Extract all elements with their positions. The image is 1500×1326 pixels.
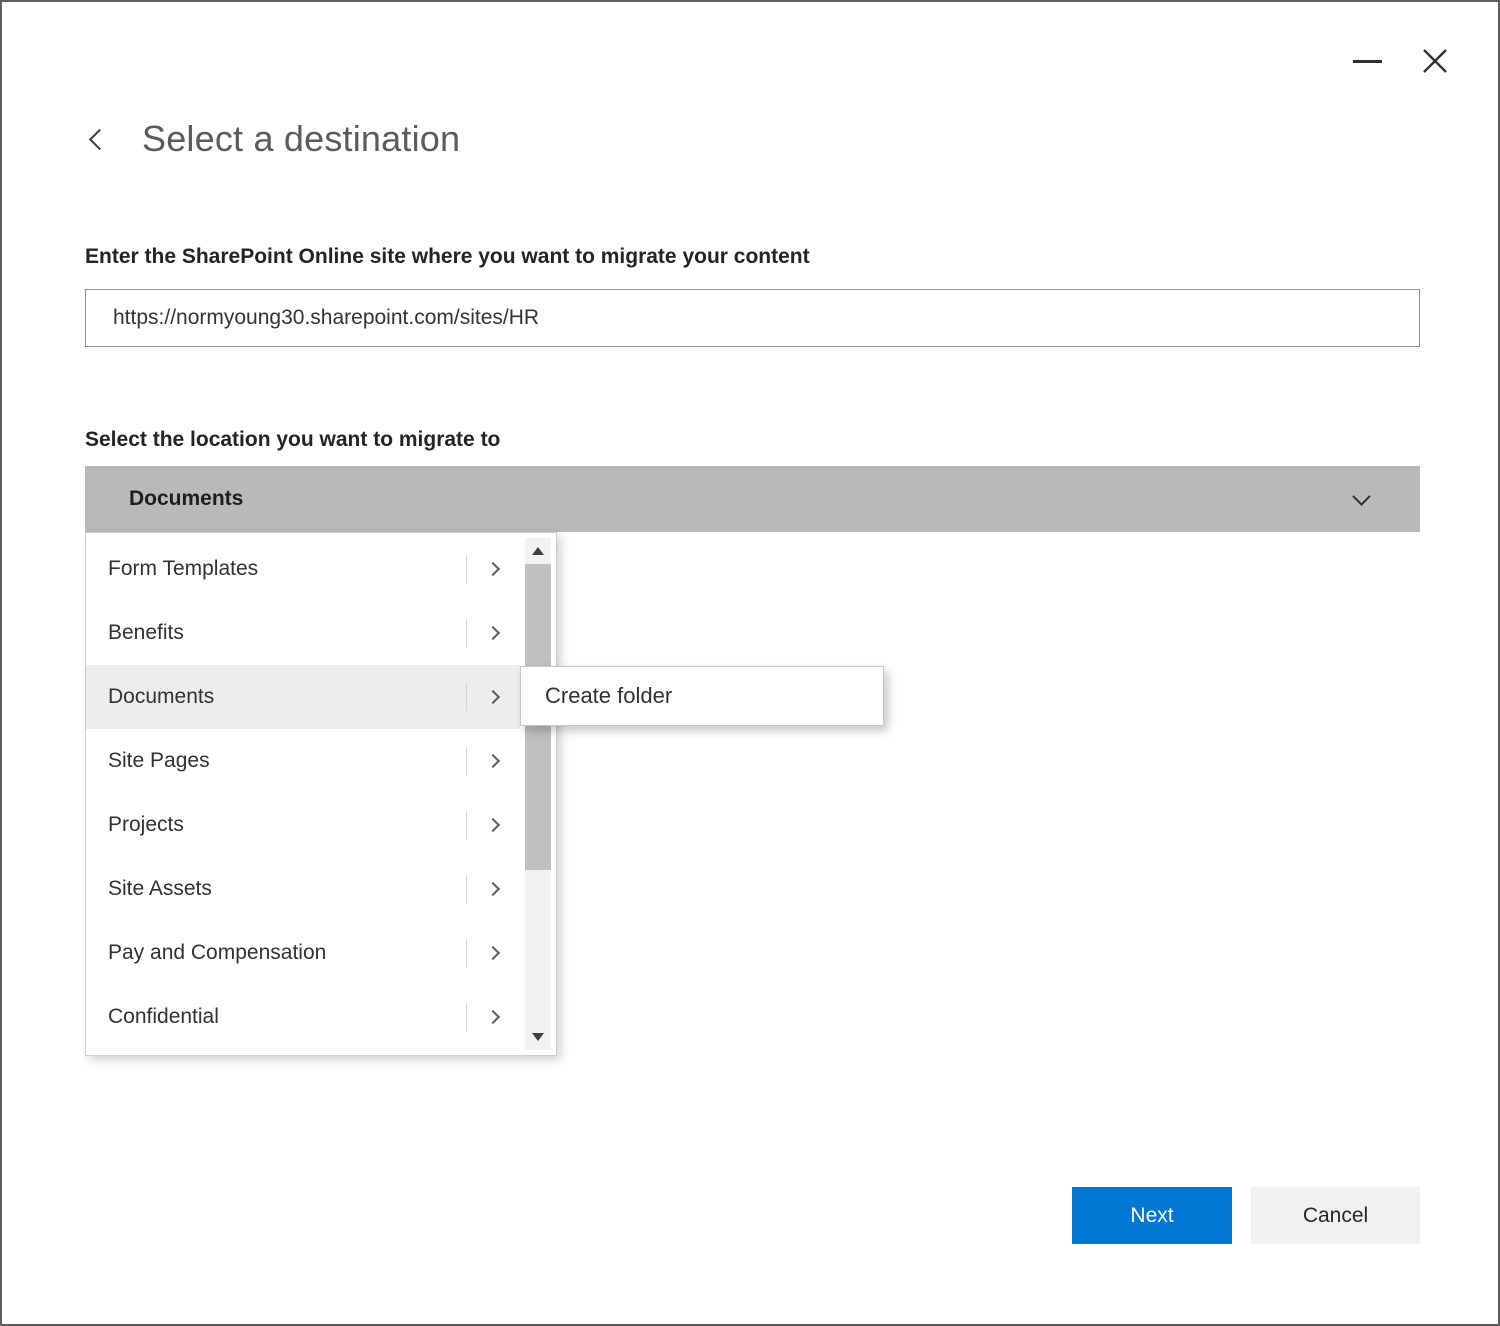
dropdown-item-label: Benefits xyxy=(108,621,466,645)
dialog-window: Select a destination Enter the SharePoin… xyxy=(0,0,1500,1326)
minimize-button[interactable] xyxy=(1350,44,1384,78)
next-button[interactable]: Next xyxy=(1072,1187,1232,1244)
chevron-right-icon[interactable] xyxy=(486,690,500,704)
divider xyxy=(466,619,467,647)
divider xyxy=(466,555,467,583)
dropdown-item-label: Pay and Compensation xyxy=(108,941,466,965)
dropdown-item-label: Projects xyxy=(108,813,466,837)
dropdown-item-label: Confidential xyxy=(108,1005,466,1029)
dropdown-item-site-assets[interactable]: Site Assets xyxy=(86,857,520,921)
triangle-up-icon xyxy=(532,547,544,555)
dropdown-item-label: Site Pages xyxy=(108,749,466,773)
divider xyxy=(466,1003,467,1031)
chevron-right-icon[interactable] xyxy=(486,754,500,768)
cancel-button[interactable]: Cancel xyxy=(1251,1187,1420,1244)
divider xyxy=(466,875,467,903)
triangle-down-icon xyxy=(532,1033,544,1041)
dropdown-rows: Form Templates Benefits Documents Site P… xyxy=(86,537,520,1049)
dropdown-item-documents[interactable]: Documents xyxy=(86,665,520,729)
chevron-right-icon[interactable] xyxy=(486,946,500,960)
dropdown-item-pay-and-compensation[interactable]: Pay and Compensation xyxy=(86,921,520,985)
chevron-left-icon xyxy=(88,128,109,149)
close-icon xyxy=(1419,45,1451,77)
dropdown-item-projects[interactable]: Projects xyxy=(86,793,520,857)
chevron-right-icon[interactable] xyxy=(486,562,500,576)
scrollbar[interactable] xyxy=(525,538,551,1050)
dropdown-item-form-templates[interactable]: Form Templates xyxy=(86,537,520,601)
divider xyxy=(466,747,467,775)
page-title: Select a destination xyxy=(142,118,460,160)
location-dropdown[interactable]: Documents xyxy=(85,466,1420,532)
chevron-right-icon[interactable] xyxy=(486,626,500,640)
divider xyxy=(466,811,467,839)
page-header: Select a destination xyxy=(86,118,460,160)
dropdown-item-label: Site Assets xyxy=(108,877,466,901)
chevron-right-icon[interactable] xyxy=(486,1010,500,1024)
chevron-down-icon xyxy=(1352,487,1370,505)
site-url-input[interactable] xyxy=(85,289,1420,347)
dropdown-item-confidential[interactable]: Confidential xyxy=(86,985,520,1049)
chevron-right-icon[interactable] xyxy=(486,882,500,896)
titlebar-controls xyxy=(1350,44,1452,78)
site-url-label: Enter the SharePoint Online site where y… xyxy=(85,245,810,269)
back-button[interactable] xyxy=(86,126,112,152)
dropdown-item-label: Form Templates xyxy=(108,557,466,581)
scroll-down-button[interactable] xyxy=(525,1024,551,1050)
dropdown-item-label: Documents xyxy=(108,685,466,709)
dropdown-item-benefits[interactable]: Benefits xyxy=(86,601,520,665)
dropdown-item-site-pages[interactable]: Site Pages xyxy=(86,729,520,793)
location-selected-value: Documents xyxy=(129,487,1355,511)
create-folder-flyout[interactable]: Create folder xyxy=(520,666,884,726)
minimize-icon xyxy=(1353,60,1382,63)
close-button[interactable] xyxy=(1418,44,1452,78)
create-folder-label: Create folder xyxy=(545,683,672,709)
divider xyxy=(466,939,467,967)
chevron-right-icon[interactable] xyxy=(486,818,500,832)
divider xyxy=(466,683,467,711)
location-label: Select the location you want to migrate … xyxy=(85,428,500,452)
scroll-up-button[interactable] xyxy=(525,538,551,564)
location-dropdown-list: Form Templates Benefits Documents Site P… xyxy=(85,532,557,1056)
